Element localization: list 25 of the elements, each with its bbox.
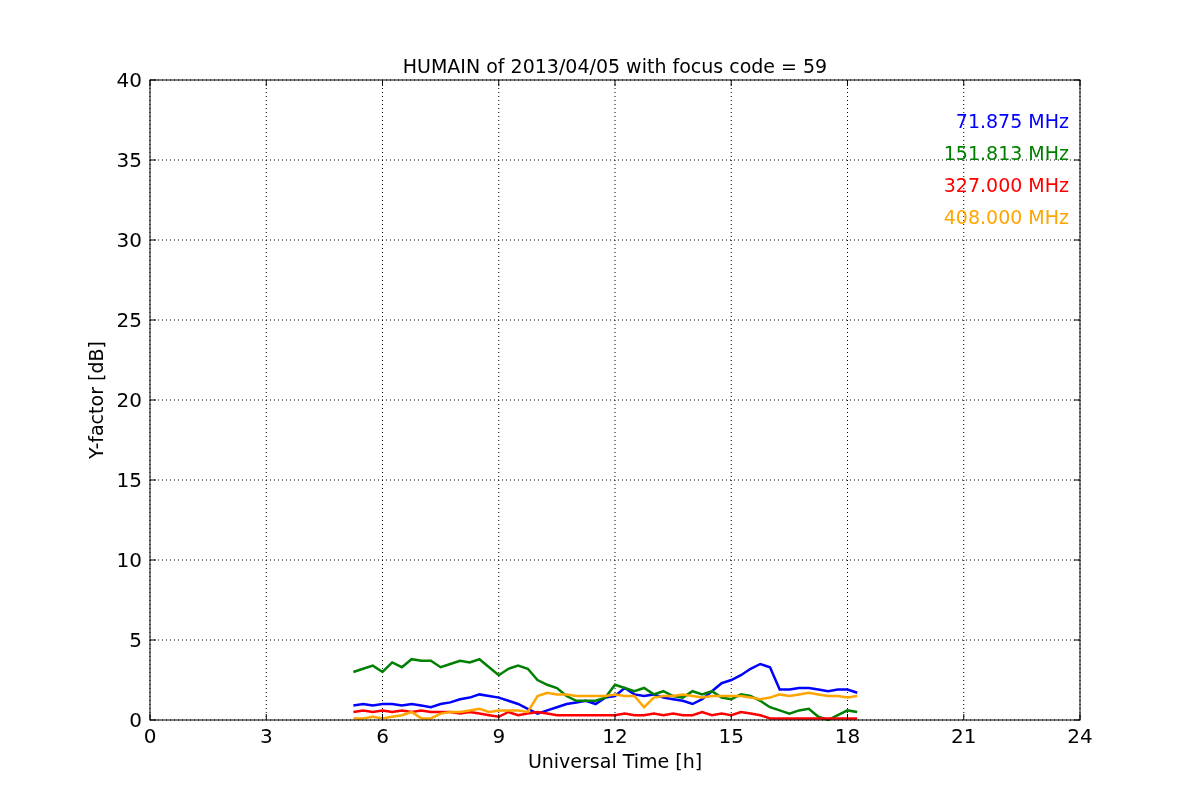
- y-tick-label: 5: [129, 628, 142, 652]
- x-tick-label: 21: [951, 724, 977, 748]
- y-tick-label: 35: [116, 148, 142, 172]
- y-tick-label: 10: [116, 548, 142, 572]
- legend-entry: 151.813 MHz: [943, 142, 1069, 164]
- x-tick-label: 12: [602, 724, 628, 748]
- chart-title: HUMAIN of 2013/04/05 with focus code = 59: [402, 55, 828, 77]
- y-axis-label: Y-factor [dB]: [85, 341, 107, 459]
- x-tick-label: 18: [834, 724, 861, 748]
- y-tick-label: 15: [116, 468, 142, 492]
- x-tick-label: 15: [718, 724, 744, 748]
- legend-entry: 71.875 MHz: [955, 110, 1069, 132]
- y-tick-label: 30: [116, 228, 142, 252]
- legend-entry: 408.000 MHz: [943, 206, 1069, 228]
- y-tick-label: 40: [116, 68, 142, 92]
- legend-entry: 327.000 MHz: [943, 174, 1069, 196]
- x-tick-label: 0: [143, 724, 157, 748]
- y-tick-label: 0: [129, 708, 142, 732]
- x-tick-label: 9: [492, 724, 506, 748]
- x-tick-label: 6: [376, 724, 389, 748]
- y-tick-label: 25: [116, 308, 142, 332]
- x-tick-label: 3: [259, 724, 273, 748]
- y-tick-label: 20: [116, 388, 142, 412]
- x-axis-label: Universal Time [h]: [527, 750, 703, 772]
- x-tick-label: 24: [1067, 724, 1093, 748]
